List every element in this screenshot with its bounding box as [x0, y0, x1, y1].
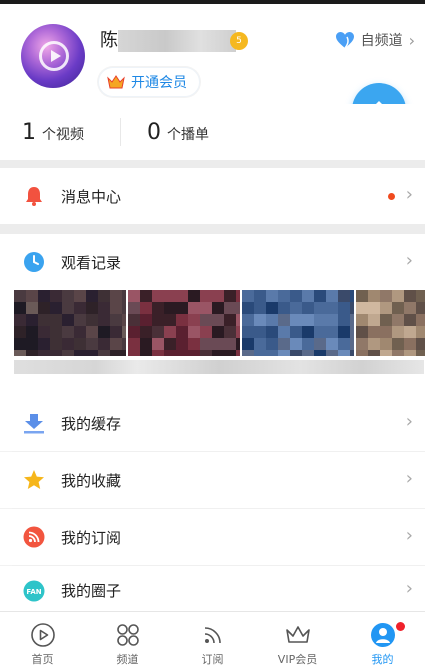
thumbnail-captions-redacted — [14, 360, 424, 374]
menu-item-circles[interactable]: FAN 我的圈子 › — [0, 566, 425, 611]
nav-item-subscribe[interactable]: 订阅 — [170, 612, 255, 669]
section-divider — [0, 160, 425, 168]
menu-label-subscriptions: 我的订阅 — [61, 529, 122, 547]
open-vip-button[interactable]: 开通会员 — [98, 67, 200, 97]
username: 陈 — [100, 30, 118, 51]
menu-item-favorites[interactable]: 我的收藏 › — [0, 452, 425, 508]
nav-item-channels[interactable]: 频道 — [85, 612, 170, 669]
svg-text:FAN: FAN — [26, 588, 41, 596]
video-count-unit: 个视频 — [42, 126, 84, 143]
play-circle-icon — [30, 623, 55, 647]
stats-bar: 1 个视频 0 个播单 — [0, 104, 425, 160]
section-spacer — [0, 385, 425, 395]
section-divider — [0, 224, 425, 234]
history-thumbnail[interactable] — [356, 290, 425, 356]
notification-dot — [396, 622, 405, 631]
video-count[interactable]: 1 个视频 — [0, 120, 120, 145]
menu-item-history[interactable]: 观看记录 › — [0, 234, 425, 290]
history-thumbnail[interactable] — [242, 290, 354, 356]
channel-label: 自频道 — [360, 33, 403, 49]
my-channel-link[interactable]: 自频道 › — [335, 30, 415, 50]
heart-icon — [335, 31, 355, 49]
chevron-right-icon: › — [405, 525, 413, 546]
crown-outline-icon — [285, 626, 310, 643]
rss-outline-icon — [204, 627, 221, 644]
history-thumbnail[interactable] — [14, 290, 126, 356]
stats-divider — [120, 118, 121, 146]
level-badge: 5 — [230, 32, 248, 50]
avatar[interactable] — [21, 24, 85, 88]
fan-circle-icon: FAN — [22, 579, 46, 603]
rss-icon — [22, 525, 46, 549]
menu-label-history: 观看记录 — [61, 254, 122, 272]
menu-item-cache[interactable]: 我的缓存 › — [0, 395, 425, 451]
bell-icon — [22, 184, 46, 208]
playlist-count-unit: 个播单 — [167, 126, 209, 143]
menu-label-messages: 消息中心 — [61, 188, 122, 206]
download-icon — [22, 411, 46, 435]
crown-icon — [107, 75, 125, 89]
menu-item-subscriptions[interactable]: 我的订阅 › — [0, 509, 425, 565]
playlist-count-number: 0 — [147, 119, 161, 145]
playlist-count[interactable]: 0 个播单 — [129, 120, 249, 145]
username-redacted — [118, 30, 236, 52]
bottom-nav: 首页 频道 订阅 VIP会员 我的 — [0, 611, 425, 669]
nav-label-mine: 我的 — [371, 653, 394, 666]
chevron-right-icon: › — [405, 184, 413, 205]
menu-label-circles: 我的圈子 — [61, 582, 122, 600]
nav-label-home: 首页 — [31, 653, 54, 666]
clock-icon — [22, 250, 46, 274]
nav-label-channels: 频道 — [116, 653, 139, 666]
nav-label-subscribe: 订阅 — [201, 653, 224, 666]
open-vip-label: 开通会员 — [131, 75, 187, 91]
nav-label-vip: VIP会员 — [277, 653, 318, 666]
chevron-right-icon: › — [405, 250, 413, 271]
nav-item-mine[interactable]: 我的 — [340, 612, 425, 669]
video-count-number: 1 — [22, 119, 36, 145]
history-thumbnail[interactable] — [128, 290, 240, 356]
grid-circles-icon — [116, 624, 139, 646]
chevron-right-icon: › — [405, 578, 413, 599]
menu-label-favorites: 我的收藏 — [61, 472, 122, 490]
nav-item-vip[interactable]: VIP会员 — [255, 612, 340, 669]
nav-item-home[interactable]: 首页 — [0, 612, 85, 669]
menu-label-cache: 我的缓存 — [61, 415, 122, 433]
star-icon — [22, 468, 46, 492]
unread-dot — [388, 193, 395, 200]
person-icon — [370, 623, 395, 647]
chevron-right-icon: › — [405, 468, 413, 489]
chevron-right-icon: › — [405, 411, 413, 432]
chevron-right-icon: › — [408, 30, 415, 50]
history-thumbnails — [0, 290, 425, 385]
thumbnail-strip[interactable] — [14, 290, 425, 356]
menu-item-messages[interactable]: 消息中心 › — [0, 168, 425, 224]
